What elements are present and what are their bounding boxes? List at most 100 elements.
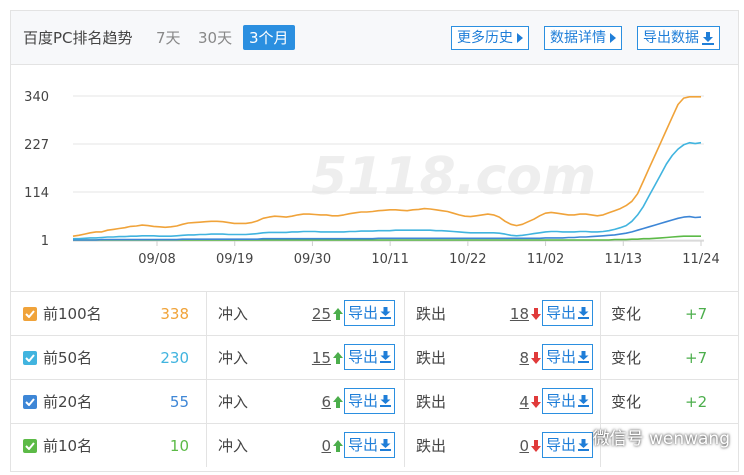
export-out-label: 导出 — [546, 392, 577, 410]
x-tick-label: 09/08 — [138, 252, 175, 267]
export-in-label: 导出 — [348, 304, 379, 322]
ranking-trend-panel: 百度PC排名趋势 7天 30天 3个月 更多历史 数据详情 导出数据 5118.… — [10, 10, 739, 472]
export-data-label: 导出数据 — [643, 30, 699, 46]
x-tick-label: 11/13 — [605, 252, 642, 267]
out-label: 跌出 — [416, 349, 447, 367]
range-30d[interactable]: 30天 — [198, 27, 232, 48]
download-icon — [578, 351, 590, 363]
data-detail-label: 数据详情 — [550, 30, 606, 46]
wechat-watermark: 微信号 wenwang — [592, 429, 730, 449]
download-icon — [380, 395, 392, 407]
check-icon[interactable] — [23, 438, 37, 453]
trend-chart-svg: 5118.com 340 227 114 1 09/08 09/19 09/30 10/11 10… — [24, 90, 720, 267]
export-in-label: 导出 — [348, 392, 379, 410]
x-tick-label: 09/19 — [216, 252, 253, 267]
rank-label: 前100名 — [43, 305, 102, 323]
x-tick-label: 11/02 — [527, 252, 564, 267]
arrow-down-icon — [531, 307, 541, 320]
chart-watermark: 5118.com — [311, 147, 596, 207]
download-icon — [380, 307, 392, 319]
change-value: +7 — [685, 304, 708, 323]
arrow-up-icon — [333, 395, 343, 408]
more-history-label: 更多历史 — [457, 30, 513, 46]
out-value-link[interactable]: 4 — [519, 393, 529, 411]
arrow-up-icon — [333, 307, 343, 320]
y-tick-label: 340 — [24, 90, 49, 105]
out-value-link[interactable]: 18 — [510, 305, 529, 323]
x-tick-label: 10/22 — [449, 252, 486, 267]
trend-chart: 5118.com 340 227 114 1 09/08 09/19 09/30 10/11 10… — [11, 66, 738, 291]
export-in-label: 导出 — [348, 348, 379, 366]
in-value-link[interactable]: 25 — [312, 305, 331, 323]
y-tick-label: 227 — [24, 138, 49, 153]
download-icon — [578, 395, 590, 407]
rank-label: 前10名 — [43, 437, 93, 455]
export-out-label: 导出 — [546, 348, 577, 366]
export-out-label: 导出 — [546, 436, 577, 454]
in-value-link[interactable]: 0 — [321, 437, 331, 455]
change-value: +2 — [685, 392, 708, 411]
out-label: 跌出 — [416, 437, 447, 455]
rank-count: 338 — [160, 304, 189, 323]
check-icon[interactable] — [23, 306, 37, 321]
rank-count: 10 — [169, 436, 189, 455]
download-icon — [380, 351, 392, 363]
change-label: 变化 — [611, 349, 642, 367]
caret-right-icon — [610, 33, 616, 43]
export-in-button[interactable]: 导出 — [344, 388, 396, 414]
download-icon — [702, 31, 714, 45]
arrow-down-icon — [531, 351, 541, 364]
change-value: +7 — [685, 348, 708, 367]
export-in-label: 导出 — [348, 436, 379, 454]
rank-checkbox-group[interactable]: 前10名 — [23, 424, 92, 467]
rank-count: 230 — [160, 348, 189, 367]
y-tick-label: 114 — [24, 186, 49, 201]
in-label: 冲入 — [218, 305, 249, 323]
rank-checkbox-group[interactable]: 前100名 — [23, 292, 102, 335]
export-in-button[interactable]: 导出 — [344, 432, 396, 458]
caret-right-icon — [517, 33, 523, 43]
export-out-button[interactable]: 导出 — [542, 388, 594, 414]
check-icon[interactable] — [23, 394, 37, 409]
rank-checkbox-group[interactable]: 前50名 — [23, 336, 92, 379]
arrow-up-icon — [333, 351, 343, 364]
range-7d[interactable]: 7天 — [156, 27, 181, 48]
change-label: 变化 — [611, 305, 642, 323]
export-in-button[interactable]: 导出 — [344, 344, 396, 370]
in-label: 冲入 — [218, 393, 249, 411]
download-icon — [578, 307, 590, 319]
table-row: 前20名 55 冲入 6 导出 跌出 4 导出 变化 +2 — [11, 379, 738, 423]
download-icon — [380, 439, 392, 451]
x-tick-label: 10/11 — [371, 252, 408, 267]
in-value-link[interactable]: 6 — [321, 393, 331, 411]
arrow-up-icon — [333, 439, 343, 452]
export-out-button[interactable]: 导出 — [542, 300, 594, 326]
x-tick-label: 09/30 — [294, 252, 331, 267]
rank-checkbox-group[interactable]: 前20名 — [23, 380, 92, 423]
out-label: 跌出 — [416, 305, 447, 323]
more-history-button[interactable]: 更多历史 — [451, 26, 529, 50]
rank-label: 前50名 — [43, 349, 93, 367]
out-value-link[interactable]: 0 — [519, 437, 529, 455]
rank-label: 前20名 — [43, 393, 93, 411]
panel-header: 百度PC排名趋势 7天 30天 3个月 更多历史 数据详情 导出数据 — [11, 11, 738, 65]
export-out-label: 导出 — [546, 304, 577, 322]
change-label: 变化 — [611, 393, 642, 411]
in-label: 冲入 — [218, 437, 249, 455]
panel-title: 百度PC排名趋势 — [23, 29, 133, 47]
range-3m[interactable]: 3个月 — [243, 25, 295, 50]
arrow-down-icon — [531, 439, 541, 452]
arrow-down-icon — [531, 395, 541, 408]
data-detail-button[interactable]: 数据详情 — [544, 26, 622, 50]
export-data-button[interactable]: 导出数据 — [637, 26, 720, 50]
in-label: 冲入 — [218, 349, 249, 367]
export-out-button[interactable]: 导出 — [542, 344, 594, 370]
export-out-button[interactable]: 导出 — [542, 432, 594, 458]
in-value-link[interactable]: 15 — [312, 349, 331, 367]
table-row: 前100名 338 冲入 25 导出 跌出 18 导出 变化 +7 — [11, 291, 738, 335]
export-in-button[interactable]: 导出 — [344, 300, 396, 326]
out-label: 跌出 — [416, 393, 447, 411]
out-value-link[interactable]: 8 — [519, 349, 529, 367]
check-icon[interactable] — [23, 350, 37, 365]
rank-count: 55 — [169, 392, 189, 411]
